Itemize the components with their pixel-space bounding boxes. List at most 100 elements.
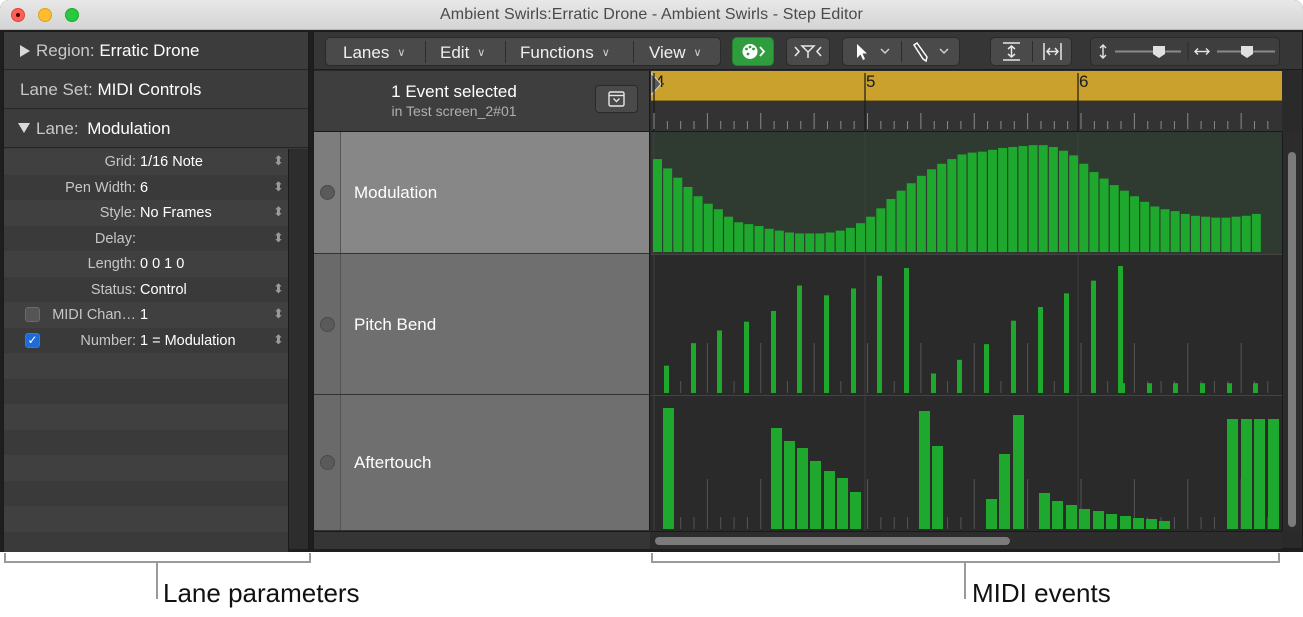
midi-event-bar[interactable]	[1079, 509, 1090, 529]
vertical-scroll-thumb[interactable]	[1288, 152, 1296, 527]
midi-event-bar[interactable]	[835, 230, 845, 252]
midi-event-bar[interactable]	[653, 159, 662, 252]
stepper-arrows-icon[interactable]: ⬍	[273, 153, 284, 169]
midi-event-bar[interactable]	[845, 227, 855, 252]
timeline-ruler[interactable]: 456	[651, 71, 1282, 132]
midi-event-bar[interactable]	[825, 232, 835, 252]
midi-event-bar[interactable]	[805, 233, 815, 252]
midi-event-bar[interactable]	[1160, 209, 1170, 252]
vertical-zoom-fit-button[interactable]	[991, 38, 1032, 65]
midi-event-bar[interactable]	[824, 471, 835, 529]
midi-event-bar[interactable]	[1130, 196, 1140, 252]
midi-event-bar[interactable]	[1118, 266, 1123, 393]
midi-event-bar[interactable]	[724, 216, 734, 252]
midi-event-bar[interactable]	[1052, 501, 1063, 529]
midi-in-button[interactable]	[732, 37, 774, 66]
lane-record-dot-icon[interactable]	[320, 316, 335, 332]
midi-event-bar[interactable]	[1066, 505, 1077, 529]
parameter-scrollbar[interactable]	[288, 149, 308, 549]
midi-event-bar[interactable]	[1231, 216, 1241, 252]
midi-event-bar[interactable]	[967, 152, 977, 252]
midi-event-bar[interactable]	[1251, 213, 1261, 252]
midi-event-bar[interactable]	[815, 233, 825, 252]
midi-event-bar[interactable]	[784, 441, 795, 529]
view-menu[interactable]: View ∨	[649, 43, 702, 63]
midi-event-bar[interactable]	[754, 225, 764, 252]
midi-event-bar[interactable]	[703, 203, 713, 252]
midi-event-bar[interactable]	[1254, 419, 1265, 529]
midi-event-bar[interactable]	[1099, 178, 1109, 252]
midi-event-bar[interactable]	[1173, 383, 1178, 393]
midi-events-canvas[interactable]	[651, 132, 1282, 531]
midi-event-bar[interactable]	[877, 275, 882, 393]
midi-event-bar[interactable]	[906, 183, 916, 252]
midi-event-bar[interactable]	[784, 232, 794, 252]
horizontal-zoom-fit-button[interactable]	[1032, 38, 1073, 65]
midi-event-bar[interactable]	[850, 492, 861, 529]
midi-event-bar[interactable]	[734, 222, 744, 252]
midi-event-bar[interactable]	[1109, 185, 1119, 252]
midi-event-bar[interactable]	[1008, 147, 1018, 252]
midi-event-bar[interactable]	[886, 199, 896, 252]
midi-event-bar[interactable]	[663, 168, 673, 252]
midi-event-bar[interactable]	[1059, 150, 1068, 252]
lane-record-dot-icon[interactable]	[320, 185, 335, 200]
midi-event-bar[interactable]	[937, 163, 947, 252]
midi-event-bar[interactable]	[683, 186, 693, 252]
lane-set-menu-button[interactable]	[595, 85, 638, 113]
stepper-arrows-icon[interactable]: ⬍	[273, 281, 284, 297]
param-value[interactable]: No Frames	[140, 205, 212, 221]
midi-event-bar[interactable]	[947, 159, 957, 252]
midi-event-bar[interactable]	[1106, 514, 1117, 529]
lane-param-row[interactable]: Pen Width: 6 ⬍	[4, 174, 288, 200]
midi-event-bar[interactable]	[1091, 280, 1096, 393]
lane-param-row[interactable]: Grid: 1/16 Note ⬍	[4, 149, 288, 175]
midi-event-bar[interactable]	[1028, 145, 1038, 252]
midi-events-area[interactable]	[651, 132, 1282, 531]
midi-event-bar[interactable]	[810, 461, 821, 529]
param-checkbox[interactable]: ✓	[25, 332, 40, 348]
midi-event-bar[interactable]	[1018, 146, 1028, 252]
stepper-arrows-icon[interactable]: ⬍	[273, 230, 284, 246]
midi-event-bar[interactable]	[691, 343, 696, 393]
midi-event-bar[interactable]	[771, 310, 776, 393]
edit-menu[interactable]: Edit ∨	[440, 43, 485, 63]
midi-event-bar[interactable]	[1211, 217, 1221, 252]
lane-header[interactable]: Pitch Bend	[314, 254, 650, 395]
midi-event-bar[interactable]	[797, 448, 808, 529]
midi-event-bar[interactable]	[931, 373, 936, 393]
midi-event-bar[interactable]	[1147, 383, 1152, 393]
midi-event-bar[interactable]	[1079, 163, 1089, 252]
midi-event-bar[interactable]	[1180, 213, 1190, 252]
lanes-menu[interactable]: Lanes ∨	[343, 43, 405, 63]
midi-event-bar[interactable]	[693, 196, 703, 252]
stepper-arrows-icon[interactable]: ⬍	[273, 204, 284, 220]
midi-event-bar[interactable]	[1064, 293, 1069, 393]
param-value[interactable]: 1/16 Note	[140, 154, 203, 170]
midi-event-bar[interactable]	[1048, 147, 1058, 252]
param-value[interactable]: 1	[140, 307, 148, 323]
midi-event-bar[interactable]	[1089, 172, 1099, 252]
midi-event-bar[interactable]	[987, 149, 997, 252]
functions-menu[interactable]: Functions ∨	[520, 43, 610, 63]
midi-event-bar[interactable]	[1119, 190, 1129, 252]
midi-event-bar[interactable]	[1159, 521, 1170, 529]
midi-event-bar[interactable]	[713, 209, 723, 252]
lane-set-selector[interactable]: Lane Set: MIDI Controls	[4, 71, 308, 109]
catch-button[interactable]	[786, 37, 830, 66]
midi-event-bar[interactable]	[664, 365, 669, 393]
midi-event-bar[interactable]	[998, 147, 1008, 252]
midi-event-bar[interactable]	[1146, 519, 1157, 529]
midi-event-bar[interactable]	[1201, 216, 1211, 252]
lane-header[interactable]: Aftertouch	[314, 395, 650, 531]
midi-event-bar[interactable]	[1120, 383, 1125, 393]
midi-event-bar[interactable]	[774, 230, 784, 252]
midi-event-bar[interactable]	[837, 478, 848, 529]
vertical-scrollbar[interactable]	[1282, 132, 1302, 531]
midi-event-bar[interactable]	[1011, 320, 1016, 393]
midi-event-bar[interactable]	[1170, 211, 1180, 252]
midi-event-bar[interactable]	[1241, 419, 1252, 529]
param-value[interactable]: 6	[140, 180, 148, 196]
midi-event-bar[interactable]	[1268, 419, 1279, 529]
lane-param-row[interactable]: Style: No Frames ⬍	[4, 200, 288, 226]
